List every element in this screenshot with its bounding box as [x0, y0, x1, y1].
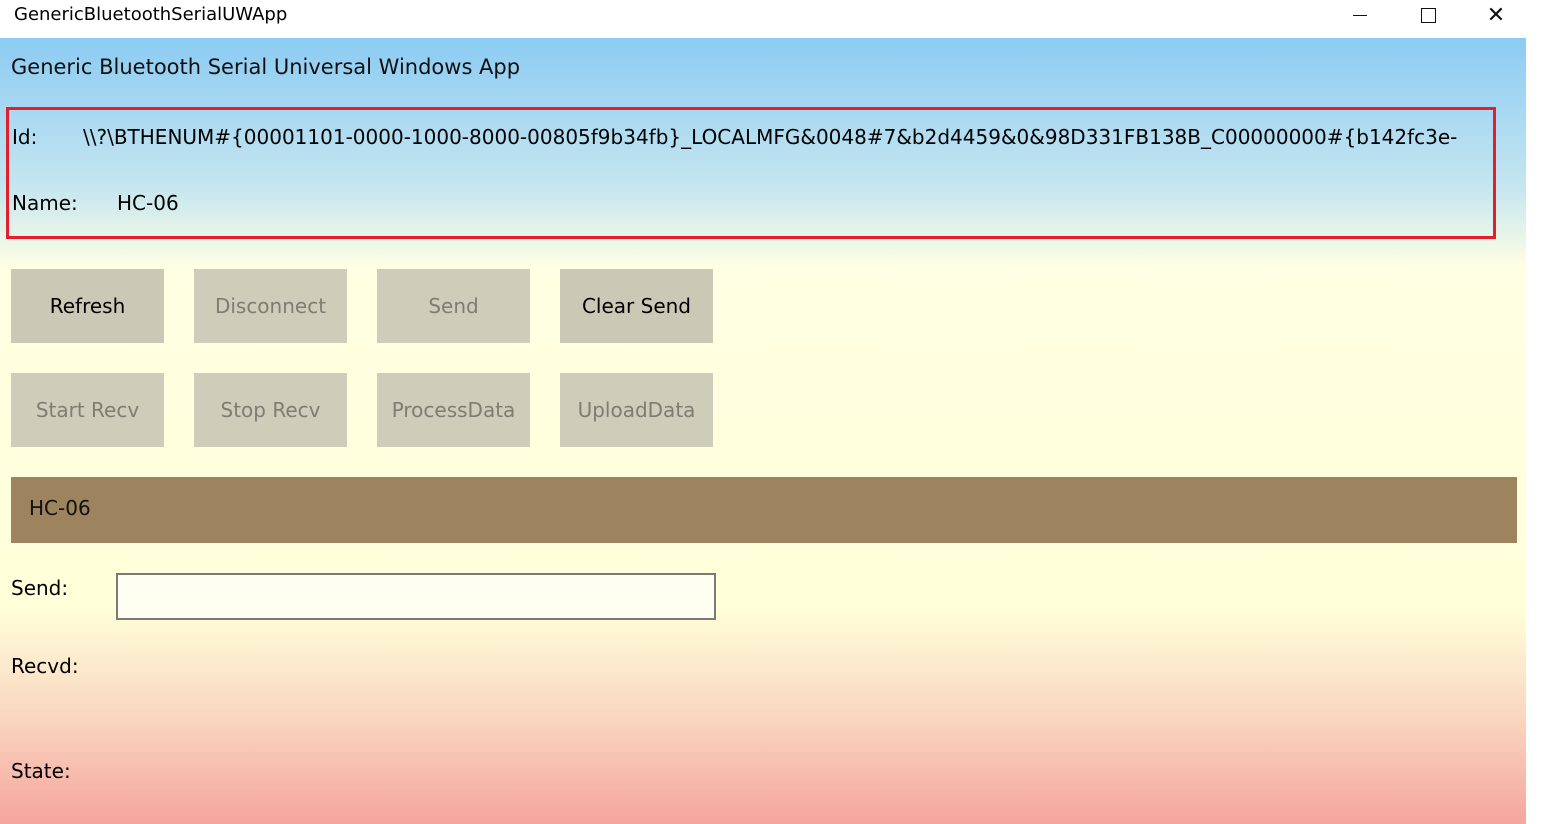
device-header-bar: HC-06 — [11, 477, 1517, 543]
clear-send-button[interactable]: Clear Send — [560, 269, 713, 343]
state-label: State: — [11, 759, 71, 783]
maximize-button[interactable] — [1393, 0, 1463, 30]
maximize-icon — [1420, 7, 1436, 23]
close-icon: ✕ — [1486, 2, 1506, 28]
close-button[interactable]: ✕ — [1461, 0, 1531, 30]
minimize-button[interactable] — [1325, 0, 1395, 30]
app-content: Generic Bluetooth Serial Universal Windo… — [0, 38, 1526, 824]
device-header-name: HC-06 — [29, 496, 91, 520]
window-title: GenericBluetoothSerialUWApp — [14, 4, 288, 25]
send-button[interactable]: Send — [377, 269, 530, 343]
app-title: Generic Bluetooth Serial Universal Windo… — [11, 55, 521, 79]
upload-data-button[interactable]: UploadData — [560, 373, 713, 447]
disconnect-button[interactable]: Disconnect — [194, 269, 347, 343]
refresh-button[interactable]: Refresh — [11, 269, 164, 343]
minimize-icon — [1353, 14, 1367, 16]
send-input[interactable] — [116, 573, 716, 620]
stop-recv-button[interactable]: Stop Recv — [194, 373, 347, 447]
device-info-box: Id: \\?\BTHENUM#{00001101-0000-1000-8000… — [6, 107, 1496, 239]
start-recv-button[interactable]: Start Recv — [11, 373, 164, 447]
send-label: Send: — [11, 576, 69, 600]
window-titlebar: GenericBluetoothSerialUWApp ✕ — [0, 0, 1541, 38]
device-name-value: HC-06 — [117, 191, 179, 215]
recvd-label: Recvd: — [11, 654, 79, 678]
id-label: Id: — [12, 125, 38, 149]
device-id-value: \\?\BTHENUM#{00001101-0000-1000-8000-008… — [83, 125, 1458, 149]
process-data-button[interactable]: ProcessData — [377, 373, 530, 447]
name-label: Name: — [12, 191, 78, 215]
